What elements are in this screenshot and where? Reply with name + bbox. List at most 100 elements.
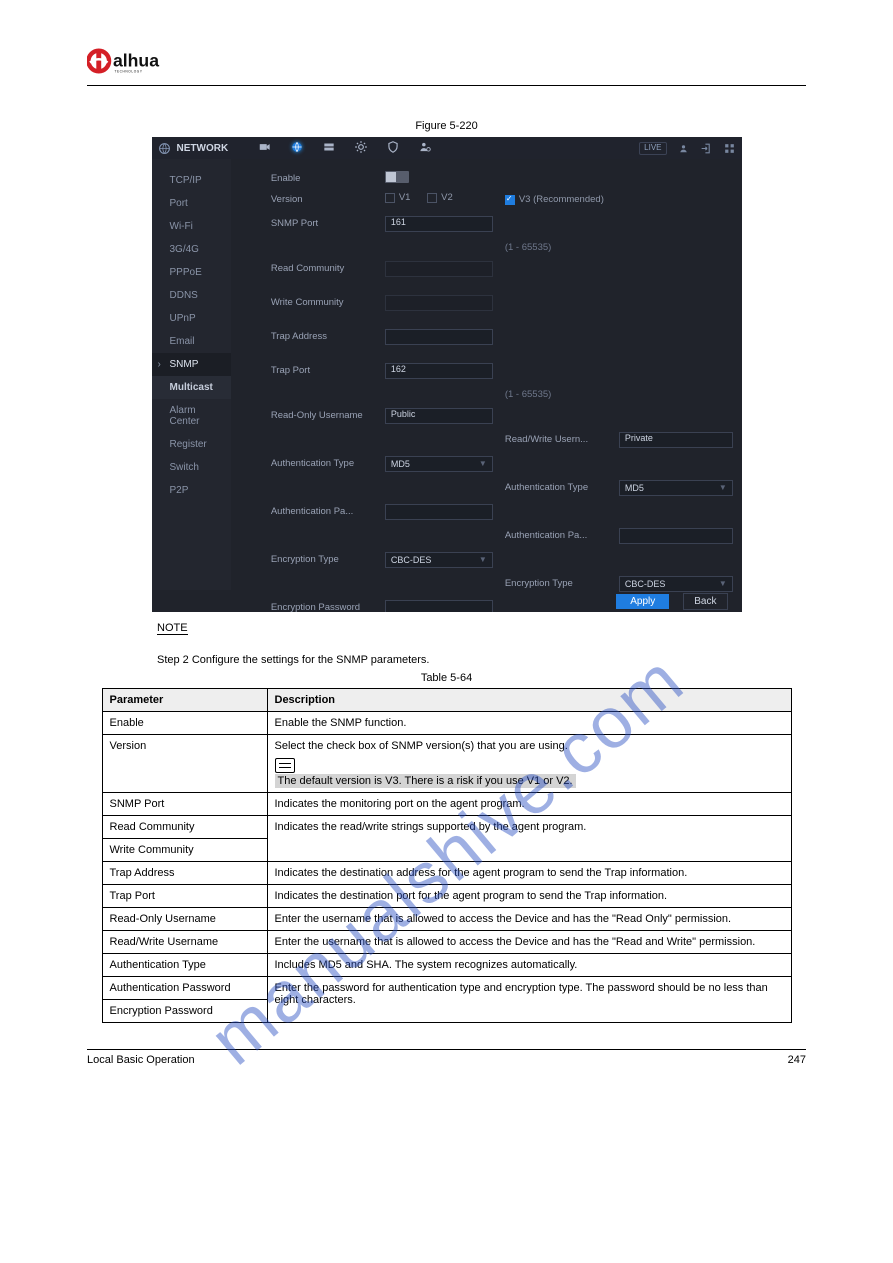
read-community-label: Read Community <box>271 261 379 277</box>
sidebar-item-multicast[interactable]: Multicast <box>152 376 231 399</box>
version-label: Version <box>271 192 379 208</box>
cell-desc: Indicates the monitoring port on the age… <box>267 793 791 816</box>
trap-address-label: Trap Address <box>271 329 379 345</box>
cell-param: Version <box>102 735 267 793</box>
svg-text:TECHNOLOGY: TECHNOLOGY <box>114 69 142 73</box>
live-badge: LIVE <box>639 142 666 155</box>
write-community-label: Write Community <box>271 295 379 311</box>
trap-address-input[interactable] <box>385 329 493 345</box>
trap-port-input[interactable]: 162 <box>385 363 493 379</box>
read-community-input[interactable] <box>385 261 493 277</box>
sidebar-item-wifi[interactable]: Wi-Fi <box>152 215 231 238</box>
trap-port-label: Trap Port <box>271 363 379 379</box>
rw-user-input[interactable]: Private <box>619 432 733 448</box>
auth-pw-input[interactable] <box>385 504 493 520</box>
cell-param: Write Community <box>102 839 267 862</box>
sidebar-item-alarmcenter[interactable]: Alarm Center <box>152 399 231 433</box>
storage-icon[interactable] <box>322 140 336 154</box>
note-label: NOTE <box>157 622 188 635</box>
grid-icon[interactable] <box>723 142 736 155</box>
note-icon <box>275 758 295 773</box>
globe-icon <box>158 142 171 155</box>
cell-desc: Indicates the read/write strings support… <box>267 816 791 862</box>
sidebar-item-snmp[interactable]: SNMP <box>152 353 231 376</box>
footer-page: 247 <box>788 1054 806 1066</box>
v2-checkbox[interactable]: V2 <box>427 192 453 203</box>
security-icon[interactable] <box>386 140 400 154</box>
sidebar-item-register[interactable]: Register <box>152 433 231 456</box>
auth-pw-label: Authentication Pa... <box>271 504 379 520</box>
brand-logo: alhua TECHNOLOGY <box>87 46 806 81</box>
auth-type-label: Authentication Type <box>271 456 379 472</box>
cell-param: Read-Only Username <box>102 908 267 931</box>
sidebar-item-email[interactable]: Email <box>152 330 231 353</box>
table-caption: Table 5-64 <box>87 672 806 684</box>
camera-icon[interactable] <box>258 140 272 154</box>
auth-type2-label: Authentication Type <box>505 480 613 496</box>
sidebar-item-p2p[interactable]: P2P <box>152 479 231 502</box>
back-button[interactable]: Back <box>683 593 727 610</box>
v1-checkbox[interactable]: V1 <box>385 192 411 203</box>
v3-checkbox[interactable]: V3 (Recommended) <box>505 194 604 205</box>
section-title: NETWORK <box>177 143 229 154</box>
sidebar-item-upnp[interactable]: UPnP <box>152 307 231 330</box>
cell-param: Authentication Type <box>102 954 267 977</box>
snmp-port-label: SNMP Port <box>271 216 379 232</box>
enable-toggle[interactable] <box>385 171 409 183</box>
apply-button[interactable]: Apply <box>616 594 669 609</box>
figure-caption: Figure 5-220 <box>87 120 806 132</box>
ui-footer: Apply Back <box>152 590 742 612</box>
cell-desc: Select the check box of SNMP version(s) … <box>267 735 791 793</box>
auth-type-select[interactable]: MD5▼ <box>385 456 493 472</box>
user-icon[interactable] <box>677 142 690 155</box>
sidebar-item-pppoe[interactable]: PPPoE <box>152 261 231 284</box>
parameter-table: Parameter Description Enable Enable the … <box>102 688 792 1023</box>
sidebar: TCP/IP Port Wi-Fi 3G/4G PPPoE DDNS UPnP … <box>152 159 231 590</box>
auth-type2-select[interactable]: MD5▼ <box>619 480 733 496</box>
step-text: Step 2 Configure the settings for the SN… <box>157 654 806 666</box>
system-icon[interactable] <box>354 140 368 154</box>
account-icon[interactable] <box>418 140 432 154</box>
auth-pw2-label: Authentication Pa... <box>505 528 613 544</box>
cell-desc: Enter the password for authentication ty… <box>267 977 791 1023</box>
snmp-settings-screenshot: NETWORK LIVE <box>152 137 742 612</box>
cell-param: Encryption Password <box>102 1000 267 1023</box>
enc-type-label: Encryption Type <box>271 552 379 568</box>
cell-param: Read Community <box>102 816 267 839</box>
write-community-input[interactable] <box>385 295 493 311</box>
footer-left: Local Basic Operation <box>87 1054 195 1066</box>
cell-param: Read/Write Username <box>102 931 267 954</box>
cell-param: Authentication Password <box>102 977 267 1000</box>
header-rule <box>87 85 806 86</box>
snmp-form: Enable Version V1 V2 V3 (Recommended) SN… <box>231 159 742 590</box>
sidebar-item-3g4g[interactable]: 3G/4G <box>152 238 231 261</box>
page-footer: Local Basic Operation 247 <box>87 1049 806 1066</box>
trap-port-range: (1 - 65535) <box>505 387 733 400</box>
svg-text:alhua: alhua <box>113 50 159 70</box>
cell-desc: Enable the SNMP function. <box>267 712 791 735</box>
cell-desc: Indicates the destination port for the a… <box>267 885 791 908</box>
enc-type-select[interactable]: CBC-DES▼ <box>385 552 493 568</box>
ro-user-input[interactable]: Public <box>385 408 493 424</box>
cell-desc: Indicates the destination address for th… <box>267 862 791 885</box>
top-nav <box>258 140 432 154</box>
cell-desc: Enter the username that is allowed to ac… <box>267 931 791 954</box>
logout-icon[interactable] <box>700 142 713 155</box>
th-parameter: Parameter <box>102 689 267 712</box>
cell-desc: Enter the username that is allowed to ac… <box>267 908 791 931</box>
th-description: Description <box>267 689 791 712</box>
sidebar-item-switch[interactable]: Switch <box>152 456 231 479</box>
cell-param: Trap Address <box>102 862 267 885</box>
snmp-port-input[interactable]: 161 <box>385 216 493 232</box>
sidebar-item-port[interactable]: Port <box>152 192 231 215</box>
cell-desc: Includes MD5 and SHA. The system recogni… <box>267 954 791 977</box>
globe-nav-icon[interactable] <box>290 140 304 154</box>
rw-user-label: Read/Write Usern... <box>505 432 613 448</box>
cell-param: Enable <box>102 712 267 735</box>
sidebar-item-tcpip[interactable]: TCP/IP <box>152 169 231 192</box>
cell-param: Trap Port <box>102 885 267 908</box>
sidebar-item-ddns[interactable]: DDNS <box>152 284 231 307</box>
ro-user-label: Read-Only Username <box>271 408 379 424</box>
auth-pw2-input[interactable] <box>619 528 733 544</box>
cell-param: SNMP Port <box>102 793 267 816</box>
